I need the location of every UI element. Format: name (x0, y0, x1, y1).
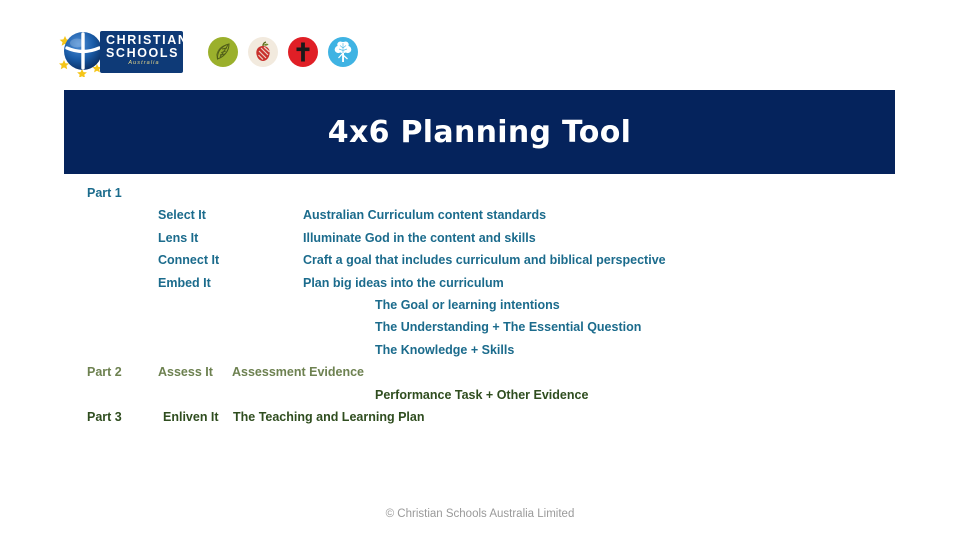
header-logo-strip: CHRISTIAN SCHOOLS Australia (58, 26, 358, 78)
page-title: 4x6 Planning Tool (327, 114, 632, 150)
table-row: The Knowledge + Skills (0, 343, 960, 365)
part-3-label: Part 3 (87, 409, 122, 424)
content-area: Part 1 Select It Australian Curriculum c… (0, 186, 960, 432)
row-label-enliven-it: Enliven It (163, 409, 219, 424)
christian-schools-australia-logo: CHRISTIAN SCHOOLS Australia (58, 27, 189, 77)
row-desc-embed-it: Plan big ideas into the curriculum (303, 275, 504, 290)
title-banner: 4x6 Planning Tool (64, 90, 895, 174)
table-row: The Understanding + The Essential Questi… (0, 320, 960, 342)
row-label-assess-it: Assess It (158, 365, 213, 380)
leaf-icon (208, 37, 238, 67)
sub-row-understanding: The Understanding + The Essential Questi… (375, 320, 642, 335)
table-row: Performance Task + Other Evidence (0, 388, 960, 410)
csa-logo-line3: Australia (128, 59, 160, 66)
row-desc-lens-it: Illuminate God in the content and skills (303, 230, 536, 245)
cross-icon (288, 37, 318, 67)
table-row: Connect It Craft a goal that includes cu… (0, 253, 960, 275)
row-label-embed-it: Embed It (158, 275, 211, 290)
row-desc-connect-it: Craft a goal that includes curriculum an… (303, 253, 666, 268)
tree-icon (328, 37, 358, 67)
sub-row-performance-task: Performance Task + Other Evidence (375, 387, 589, 402)
part-1-label: Part 1 (87, 186, 122, 200)
part-2-label: Part 2 (87, 365, 122, 380)
table-row: Embed It Plan big ideas into the curricu… (0, 276, 960, 298)
row-label-select-it: Select It (158, 208, 206, 223)
sub-row-goal: The Goal or learning intentions (375, 297, 560, 312)
row-label-connect-it: Connect It (158, 253, 220, 268)
part-3-row: Part 3 Enliven It The Teaching and Learn… (0, 410, 960, 432)
footer-copyright: © Christian Schools Australia Limited (385, 508, 575, 520)
part-1-heading-row: Part 1 (0, 186, 960, 208)
row-label-lens-it: Lens It (158, 230, 199, 245)
part-2-row: Part 2 Assess It Assessment Evidence (0, 365, 960, 387)
table-row: The Goal or learning intentions (0, 298, 960, 320)
csa-logo-line1: CHRISTIAN (106, 33, 189, 47)
csa-logo-text: CHRISTIAN SCHOOLS Australia (106, 33, 189, 66)
table-row: Select It Australian Curriculum content … (0, 208, 960, 230)
apple-icon (248, 37, 278, 67)
row-desc-assess-it: Assessment Evidence (232, 365, 365, 380)
csa-logo-line2: SCHOOLS (106, 45, 180, 60)
table-row: Lens It Illuminate God in the content an… (0, 231, 960, 253)
sub-row-knowledge: The Knowledge + Skills (375, 342, 515, 357)
row-desc-enliven-it: The Teaching and Learning Plan (233, 409, 425, 424)
row-desc-select-it: Australian Curriculum content standards (303, 208, 547, 223)
